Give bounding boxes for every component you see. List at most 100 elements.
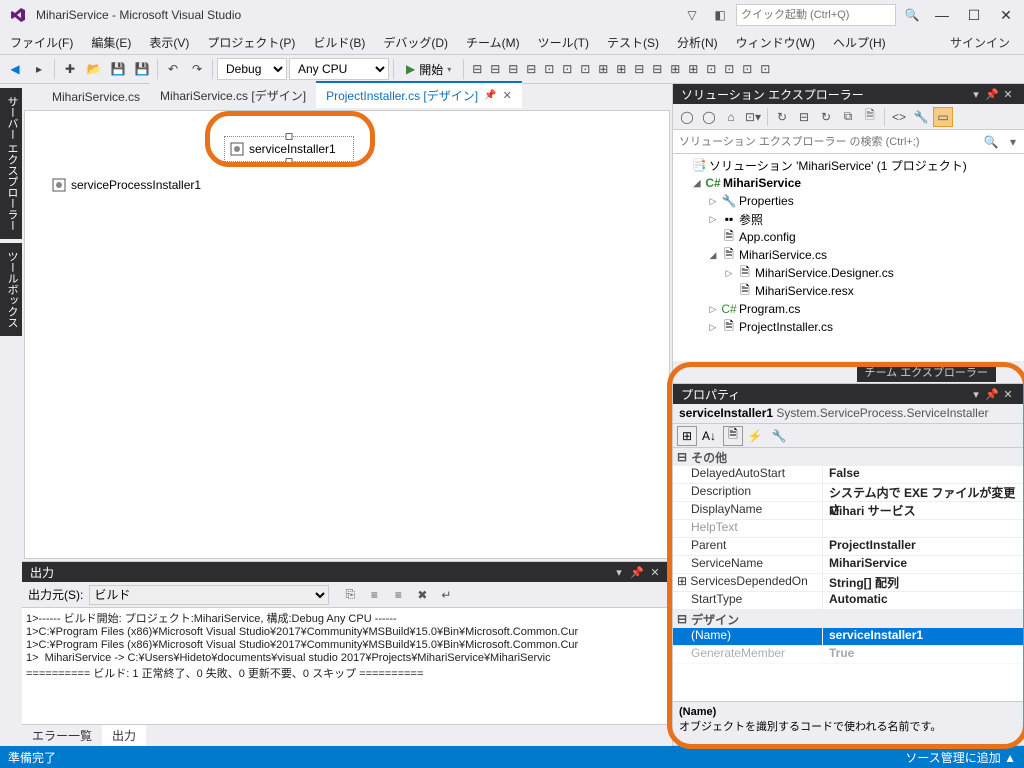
menu-view[interactable]: 表示(V) xyxy=(141,32,197,53)
se-fwd-icon[interactable]: ◯ xyxy=(699,107,719,127)
close-button[interactable]: ✕ xyxy=(992,4,1020,26)
se-wrench-icon[interactable]: 🔧 xyxy=(911,107,931,127)
doc-tab-3-active[interactable]: ProjectInstaller.cs [デザイン] 📌 ✕ xyxy=(316,81,522,108)
align-btn-3[interactable]: ⊟ xyxy=(504,58,522,80)
tab-output[interactable]: 出力 xyxy=(102,725,146,746)
se-tree[interactable]: 📑ソリューション 'MihariService' (1 プロジェクト) ◢C#M… xyxy=(673,154,1024,361)
designer-surface[interactable]: serviceInstaller1 serviceProcessInstalle… xyxy=(24,110,670,559)
output-next-icon[interactable]: ≡ xyxy=(389,586,407,604)
pin-icon[interactable]: 📌 xyxy=(484,90,496,101)
doc-tab-2[interactable]: MihariService.cs [デザイン] xyxy=(150,82,316,108)
output-goto-icon[interactable]: ⎘ xyxy=(341,586,359,604)
align-btn-15[interactable]: ⊡ xyxy=(720,58,738,80)
align-btn-11[interactable]: ⊟ xyxy=(648,58,666,80)
menu-analyze[interactable]: 分析(N) xyxy=(669,32,726,53)
signin-link[interactable]: サインイン xyxy=(942,32,1022,53)
se-refresh-icon[interactable]: ↻ xyxy=(816,107,836,127)
align-btn-6[interactable]: ⊡ xyxy=(558,58,576,80)
save-button[interactable]: 💾 xyxy=(107,58,129,80)
menu-build[interactable]: ビルド(B) xyxy=(305,32,373,53)
se-dropdown-icon[interactable]: ▾ xyxy=(968,88,984,101)
output-prev-icon[interactable]: ≡ xyxy=(365,586,383,604)
prop-wrench-icon[interactable]: 🔧 xyxy=(769,426,789,446)
minimize-button[interactable]: — xyxy=(928,4,956,26)
component-serviceinstaller1[interactable]: serviceInstaller1 xyxy=(224,136,354,162)
align-btn-13[interactable]: ⊞ xyxy=(684,58,702,80)
align-btn-5[interactable]: ⊡ xyxy=(540,58,558,80)
platform-combo[interactable]: Any CPU xyxy=(289,58,389,80)
se-search-input[interactable] xyxy=(673,136,980,148)
align-btn-2[interactable]: ⊟ xyxy=(486,58,504,80)
menu-help[interactable]: ヘルプ(H) xyxy=(825,32,894,53)
close-tab-icon[interactable]: ✕ xyxy=(503,89,512,102)
align-btn-7[interactable]: ⊡ xyxy=(576,58,594,80)
prop-dropdown-icon[interactable]: ▾ xyxy=(968,388,984,401)
prop-cat-icon[interactable]: ⊞ xyxy=(677,426,697,446)
align-btn-10[interactable]: ⊟ xyxy=(630,58,648,80)
output-close-icon[interactable]: ✕ xyxy=(646,566,664,579)
se-search-icon[interactable]: 🔍 xyxy=(980,135,1002,149)
feedback-icon[interactable]: ◧ xyxy=(708,3,732,27)
align-btn-4[interactable]: ⊟ xyxy=(522,58,540,80)
prop-az-icon[interactable]: A↓ xyxy=(699,426,719,446)
maximize-button[interactable]: ☐ xyxy=(960,4,988,26)
output-text[interactable]: 1>------ ビルド開始: プロジェクト:MihariService, 構成… xyxy=(22,608,672,724)
prop-close-icon[interactable]: ✕ xyxy=(1000,388,1016,401)
new-project-button[interactable]: ✚ xyxy=(59,58,81,80)
se-back-icon[interactable]: ◯ xyxy=(677,107,697,127)
quick-launch-input[interactable] xyxy=(736,4,896,26)
align-btn-1[interactable]: ⊟ xyxy=(468,58,486,80)
menu-test[interactable]: テスト(S) xyxy=(599,32,667,53)
align-btn-16[interactable]: ⊡ xyxy=(738,58,756,80)
open-button[interactable]: 📂 xyxy=(83,58,105,80)
menu-team[interactable]: チーム(M) xyxy=(458,32,528,53)
status-source-control[interactable]: ソース管理に追加 ▲ xyxy=(905,749,1016,766)
se-preview-icon[interactable]: ▭ xyxy=(933,107,953,127)
se-pin-icon[interactable]: 📌 xyxy=(984,88,1000,101)
menu-debug[interactable]: デバッグ(D) xyxy=(375,32,456,53)
se-code-icon[interactable]: <> xyxy=(889,107,909,127)
align-btn-12[interactable]: ⊞ xyxy=(666,58,684,80)
property-grid[interactable]: ⊟その他 DelayedAutoStartFalse Descriptionシス… xyxy=(673,448,1024,701)
properties-object[interactable]: serviceInstaller1 System.ServiceProcess.… xyxy=(673,404,1024,424)
undo-button[interactable]: ↶ xyxy=(162,58,184,80)
output-wrap-icon[interactable]: ↵ xyxy=(437,586,455,604)
save-all-button[interactable]: 💾 xyxy=(131,58,153,80)
nav-back-button[interactable]: ◀ xyxy=(4,58,26,80)
server-explorer-tab[interactable]: サーバー エクスプローラー xyxy=(0,88,22,239)
output-pin-icon[interactable]: 📌 xyxy=(628,566,646,579)
menu-file[interactable]: ファイル(F) xyxy=(2,32,81,53)
align-btn-17[interactable]: ⊡ xyxy=(756,58,774,80)
align-btn-9[interactable]: ⊞ xyxy=(612,58,630,80)
nav-fwd-button[interactable]: ▸ xyxy=(28,58,50,80)
start-debug-button[interactable]: ▶開始▾ xyxy=(398,58,459,80)
prop-events-icon[interactable]: ⚡ xyxy=(745,426,765,446)
menu-project[interactable]: プロジェクト(P) xyxy=(199,32,303,53)
se-search-dd-icon[interactable]: ▾ xyxy=(1002,135,1024,149)
align-btn-14[interactable]: ⊡ xyxy=(702,58,720,80)
align-btn-8[interactable]: ⊞ xyxy=(594,58,612,80)
redo-button[interactable]: ↷ xyxy=(186,58,208,80)
notifications-icon[interactable]: ▽ xyxy=(680,3,704,27)
menu-window[interactable]: ウィンドウ(W) xyxy=(728,32,823,53)
config-combo[interactable]: Debug xyxy=(217,58,287,80)
se-scope-icon[interactable]: ⊡▾ xyxy=(743,107,763,127)
se-showall-icon[interactable]: ⊟ xyxy=(794,107,814,127)
se-tab-team[interactable]: チーム エクスプローラー xyxy=(857,362,996,382)
se-collapse-icon[interactable]: ⧉ xyxy=(838,107,858,127)
se-properties-icon[interactable]: 🗎 xyxy=(860,107,880,127)
doc-tab-1[interactable]: MihariService.cs xyxy=(42,85,150,108)
output-dropdown-icon[interactable]: ▾ xyxy=(610,566,628,579)
menu-tools[interactable]: ツール(T) xyxy=(530,32,597,53)
component-serviceprocessinstaller1[interactable]: serviceProcessInstaller1 xyxy=(47,173,205,197)
se-sync-icon[interactable]: ↻ xyxy=(772,107,792,127)
prop-prop-icon[interactable]: 🗎 xyxy=(723,426,743,446)
toolbox-tab[interactable]: ツールボックス xyxy=(0,243,22,336)
output-source-combo[interactable]: ビルド xyxy=(89,585,329,605)
se-home-icon[interactable]: ⌂ xyxy=(721,107,741,127)
tab-error-list[interactable]: エラー一覧 xyxy=(22,725,102,746)
search-icon[interactable]: 🔍 xyxy=(900,3,924,27)
menu-edit[interactable]: 編集(E) xyxy=(83,32,139,53)
se-close-icon[interactable]: ✕ xyxy=(1000,88,1016,101)
output-clear-icon[interactable]: ✖ xyxy=(413,586,431,604)
